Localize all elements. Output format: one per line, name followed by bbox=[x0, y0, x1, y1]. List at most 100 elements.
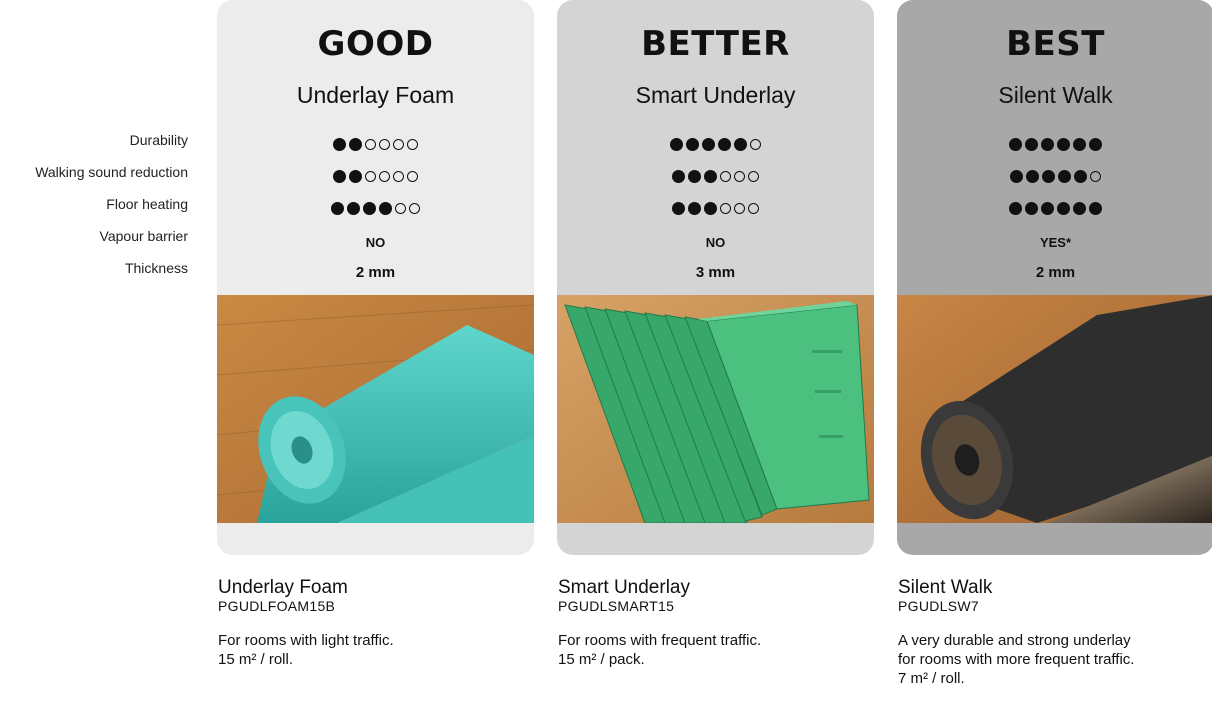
filled-dot-icon bbox=[704, 201, 717, 215]
filled-dot-icon bbox=[672, 169, 685, 183]
sound-reduction-rating bbox=[897, 160, 1212, 192]
description-line: For rooms with frequent traffic. bbox=[558, 632, 762, 649]
durability-rating bbox=[217, 128, 534, 160]
attribute-labels: Durability Walking sound reduction Floor… bbox=[0, 128, 188, 280]
filled-dot-icon bbox=[1042, 169, 1055, 183]
filled-dot-icon bbox=[1057, 201, 1070, 215]
tier-title: BETTER bbox=[641, 24, 790, 64]
filled-dot-icon bbox=[686, 137, 699, 151]
description-line: For rooms with light traffic. bbox=[218, 632, 394, 649]
product-description: For rooms with light traffic. 15 m² / ro… bbox=[218, 631, 538, 669]
filled-dot-icon bbox=[688, 201, 701, 215]
filled-dot-icon bbox=[1073, 201, 1086, 215]
filled-dot-icon bbox=[688, 169, 701, 183]
card-product-name: Underlay Foam bbox=[296, 82, 455, 108]
empty-dot-icon bbox=[379, 170, 390, 182]
empty-dot-icon bbox=[734, 170, 745, 182]
filled-dot-icon bbox=[1041, 201, 1054, 215]
empty-dot-icon bbox=[393, 170, 404, 182]
filled-dot-icon bbox=[734, 137, 747, 151]
filled-dot-icon bbox=[1025, 201, 1038, 215]
empty-dot-icon bbox=[379, 138, 390, 150]
durability-rating bbox=[557, 128, 874, 160]
product-info-underlay-foam: Underlay Foam PGUDLFOAM15B For rooms wit… bbox=[218, 578, 538, 669]
empty-dot-icon bbox=[393, 138, 404, 150]
empty-dot-icon bbox=[365, 138, 376, 150]
sound-reduction-rating bbox=[217, 160, 534, 192]
floor-heating-rating bbox=[557, 192, 874, 224]
label-durability: Durability bbox=[129, 132, 188, 148]
label-thickness: Thickness bbox=[124, 260, 188, 276]
filled-dot-icon bbox=[670, 137, 683, 151]
product-name[interactable]: Silent Walk bbox=[898, 578, 1208, 598]
filled-dot-icon bbox=[1058, 169, 1071, 183]
filled-dot-icon bbox=[333, 137, 346, 151]
thickness-value: 2 mm bbox=[1035, 264, 1076, 281]
description-line: 15 m² / pack. bbox=[558, 651, 645, 668]
empty-dot-icon bbox=[395, 202, 406, 214]
floor-heating-rating bbox=[897, 192, 1212, 224]
product-description: For rooms with frequent traffic. 15 m² /… bbox=[558, 631, 878, 669]
product-code: PGUDLSW7 bbox=[898, 598, 979, 614]
filled-dot-icon bbox=[333, 169, 346, 183]
filled-dot-icon bbox=[331, 201, 344, 215]
empty-dot-icon bbox=[720, 170, 731, 182]
thickness-value: 3 mm bbox=[695, 264, 736, 281]
filled-dot-icon bbox=[379, 201, 392, 215]
label-walking-sound-reduction: Walking sound reduction bbox=[35, 164, 188, 180]
filled-dot-icon bbox=[702, 137, 715, 151]
empty-dot-icon bbox=[748, 170, 759, 182]
tier-title: BEST bbox=[1006, 24, 1105, 64]
filled-dot-icon bbox=[718, 137, 731, 151]
product-card-better[interactable]: BETTER Smart Underlay NO 3 mm bbox=[557, 0, 874, 555]
vapour-barrier-value: YES* bbox=[1039, 235, 1072, 250]
description-line: 7 m² / roll. bbox=[898, 670, 965, 687]
empty-dot-icon bbox=[720, 202, 731, 214]
filled-dot-icon bbox=[1089, 137, 1102, 151]
product-name[interactable]: Underlay Foam bbox=[218, 578, 538, 598]
label-vapour-barrier: Vapour barrier bbox=[99, 228, 188, 244]
filled-dot-icon bbox=[349, 169, 362, 183]
product-description: A very durable and strong underlay for r… bbox=[898, 631, 1208, 688]
filled-dot-icon bbox=[1073, 137, 1086, 151]
filled-dot-icon bbox=[1009, 137, 1022, 151]
vapour-barrier-value: NO bbox=[705, 235, 726, 250]
filled-dot-icon bbox=[349, 137, 362, 151]
product-name[interactable]: Smart Underlay bbox=[558, 578, 878, 598]
sound-reduction-rating bbox=[557, 160, 874, 192]
filled-dot-icon bbox=[363, 201, 376, 215]
filled-dot-icon bbox=[672, 201, 685, 215]
description-line: 15 m² / roll. bbox=[218, 651, 294, 668]
empty-dot-icon bbox=[734, 202, 745, 214]
filled-dot-icon bbox=[1009, 201, 1022, 215]
durability-rating bbox=[897, 128, 1212, 160]
filled-dot-icon bbox=[347, 201, 360, 215]
empty-dot-icon bbox=[407, 170, 418, 182]
filled-dot-icon bbox=[704, 169, 717, 183]
product-card-good[interactable]: GOOD Underlay Foam NO 2 mm bbox=[217, 0, 534, 555]
filled-dot-icon bbox=[1010, 169, 1023, 183]
product-card-best[interactable]: BEST Silent Walk YES* 2 mm bbox=[897, 0, 1212, 555]
vapour-barrier-value: NO bbox=[365, 235, 386, 250]
filled-dot-icon bbox=[1041, 137, 1054, 151]
label-floor-heating: Floor heating bbox=[106, 196, 188, 212]
thickness-value: 2 mm bbox=[355, 264, 396, 281]
card-product-name: Smart Underlay bbox=[635, 82, 796, 108]
tier-title: GOOD bbox=[317, 24, 434, 64]
empty-dot-icon bbox=[1090, 170, 1101, 182]
empty-dot-icon bbox=[407, 138, 418, 150]
filled-dot-icon bbox=[1074, 169, 1087, 183]
empty-dot-icon bbox=[365, 170, 376, 182]
product-image-underlay-foam[interactable] bbox=[217, 295, 534, 523]
product-code: PGUDLSMART15 bbox=[558, 598, 675, 614]
floor-heating-rating bbox=[217, 192, 534, 224]
product-info-smart-underlay: Smart Underlay PGUDLSMART15 For rooms wi… bbox=[558, 578, 878, 669]
filled-dot-icon bbox=[1025, 137, 1038, 151]
product-info-silent-walk: Silent Walk PGUDLSW7 A very durable and … bbox=[898, 578, 1208, 688]
empty-dot-icon bbox=[748, 202, 759, 214]
product-image-silent-walk[interactable] bbox=[897, 295, 1212, 523]
product-code: PGUDLFOAM15B bbox=[218, 598, 336, 614]
description-line: for rooms with more frequent traffic. bbox=[898, 651, 1135, 668]
card-product-name: Silent Walk bbox=[998, 82, 1113, 108]
product-image-smart-underlay[interactable] bbox=[557, 295, 874, 523]
